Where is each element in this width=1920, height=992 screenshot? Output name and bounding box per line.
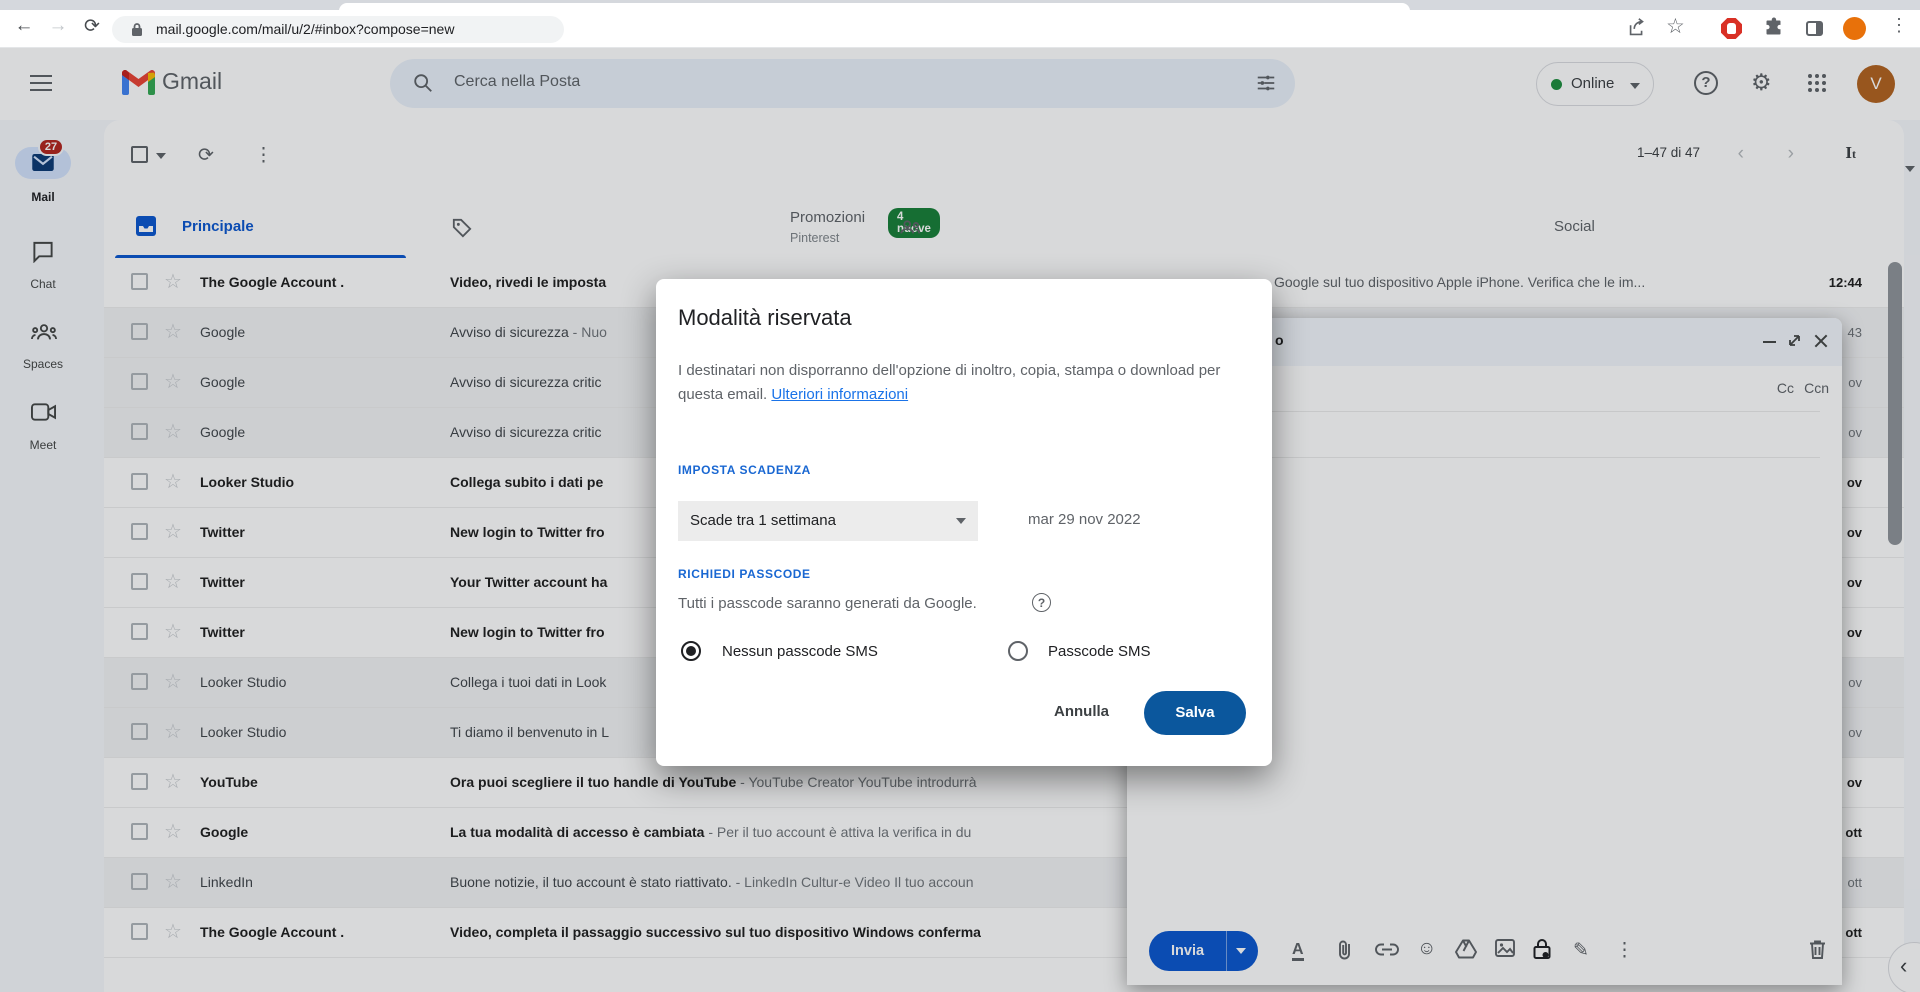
reload-icon[interactable]: ⟳ xyxy=(78,15,106,38)
learn-more-link[interactable]: Ulteriori informazioni xyxy=(771,386,908,403)
expiry-select[interactable]: Scade tra 1 settimana xyxy=(678,501,978,541)
save-button[interactable]: Salva xyxy=(1144,691,1246,735)
passcode-section-label: RICHIEDI PASSCODE xyxy=(678,567,811,581)
cancel-button[interactable]: Annulla xyxy=(1054,703,1109,720)
passcode-help-icon[interactable]: ? xyxy=(1032,593,1051,612)
adblock-extension-icon[interactable] xyxy=(1721,18,1742,39)
back-icon[interactable]: ← xyxy=(10,15,38,37)
forward-icon[interactable]: → xyxy=(44,15,72,37)
gmail-window: ← → ⟳ mail.google.com/mail/u/2/#inbox?co… xyxy=(0,0,1920,992)
side-panel-icon[interactable] xyxy=(1806,21,1823,36)
browser-toolbar: ← → ⟳ mail.google.com/mail/u/2/#inbox?co… xyxy=(0,10,1920,48)
url-bar[interactable]: mail.google.com/mail/u/2/#inbox?compose=… xyxy=(112,16,564,43)
bookmark-star-icon[interactable]: ☆ xyxy=(1666,14,1690,38)
browser-tabstrip xyxy=(0,0,1920,10)
dialog-body-text: I destinatari non disporranno dell'opzio… xyxy=(678,362,1220,403)
radio-label[interactable]: Nessun passcode SMS xyxy=(722,643,878,660)
dialog-title: Modalità riservata xyxy=(678,305,852,331)
expiry-select-value: Scade tra 1 settimana xyxy=(690,512,836,529)
radio-label[interactable]: Passcode SMS xyxy=(1048,643,1151,660)
browser-menu-icon[interactable]: ⋮ xyxy=(1887,15,1911,39)
passcode-note: Tutti i passcode saranno generati da Goo… xyxy=(678,595,977,612)
expiry-date-text: mar 29 nov 2022 xyxy=(1028,511,1141,528)
radio-sms-passcode[interactable] xyxy=(1008,641,1028,661)
extensions-puzzle-icon[interactable] xyxy=(1763,17,1787,41)
lock-icon xyxy=(130,22,144,37)
url-text[interactable]: mail.google.com/mail/u/2/#inbox?compose=… xyxy=(156,21,454,37)
chevron-down-icon xyxy=(956,518,966,524)
browser-profile-avatar[interactable] xyxy=(1843,17,1866,40)
radio-no-sms-passcode[interactable] xyxy=(681,641,701,661)
share-icon[interactable] xyxy=(1626,17,1650,41)
confidential-mode-dialog: Modalità riservata I destinatari non dis… xyxy=(656,279,1272,766)
expiry-section-label: IMPOSTA SCADENZA xyxy=(678,463,811,477)
